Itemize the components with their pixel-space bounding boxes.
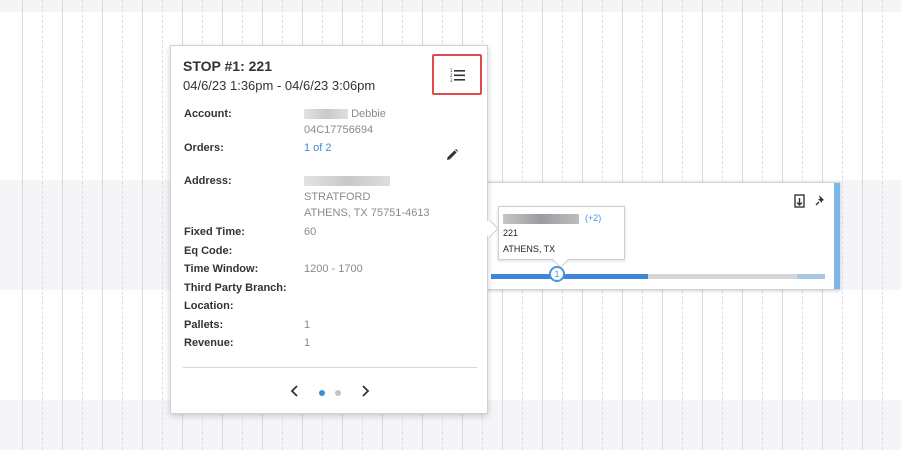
account-label: Account: — [184, 108, 232, 120]
route-card-accent — [834, 183, 840, 289]
stop-details-popover: STOP #1: 221 04/6/23 1:36pm - 04/6/23 3:… — [170, 45, 499, 414]
redacted-account-name — [304, 109, 348, 120]
stop-tooltip: (+2) 221 ATHENS, TX — [498, 206, 625, 269]
fixed-time-label: Fixed Time: — [184, 226, 245, 238]
pager — [171, 382, 489, 402]
time-window-value: 1200 - 1700 — [304, 263, 363, 275]
stop-time-range: 04/6/23 1:36pm - 04/6/23 3:06pm — [183, 78, 376, 93]
route-progress-completed — [491, 274, 648, 279]
eq-code-label: Eq Code: — [184, 245, 233, 257]
stop-marker[interactable]: 1 — [549, 266, 565, 282]
account-name: Debbie — [351, 108, 386, 120]
pencil-icon[interactable] — [445, 148, 459, 162]
numbered-list-icon: 123 — [450, 68, 466, 87]
address-line-state: ATHENS, TX 75751-4613 — [304, 207, 430, 219]
account-value: Debbie 04C17756694 — [304, 106, 386, 138]
chevron-right-icon[interactable] — [358, 384, 372, 398]
route-progress-end — [797, 274, 825, 279]
pager-dot-1[interactable] — [319, 390, 325, 396]
address-value: STRATFORD ATHENS, TX 75751-4613 — [304, 173, 430, 221]
export-icon[interactable] — [793, 193, 807, 209]
revenue-label: Revenue: — [184, 337, 234, 349]
orders-label: Orders: — [184, 142, 224, 154]
svg-text:3: 3 — [450, 78, 453, 82]
revenue-value: 1 — [304, 337, 311, 349]
stop-title: STOP #1: 221 — [183, 58, 272, 74]
tooltip-stop-name: 221 — [503, 228, 519, 238]
pallets-label: Pallets: — [184, 319, 224, 331]
redacted-street — [304, 176, 390, 187]
pin-icon[interactable] — [814, 193, 828, 209]
pallets-value: 1 — [304, 319, 311, 331]
pager-dot-2[interactable] — [335, 390, 341, 396]
address-line-city: STRATFORD — [304, 191, 371, 203]
route-timeline — [491, 274, 825, 279]
redacted-name — [503, 214, 579, 224]
stop-list-button[interactable]: 123 — [432, 54, 482, 95]
orders-link[interactable]: 1 of 2 — [304, 140, 332, 156]
fixed-time-value: 60 — [304, 226, 317, 238]
account-number: 04C17756694 — [304, 124, 374, 136]
tooltip-more-count[interactable]: (+2) — [585, 213, 601, 223]
address-label: Address: — [184, 175, 232, 187]
third-party-branch-label: Third Party Branch: — [184, 282, 287, 294]
chevron-left-icon[interactable] — [288, 384, 302, 398]
time-window-label: Time Window: — [184, 263, 259, 275]
divider — [183, 367, 477, 368]
tooltip-city: ATHENS, TX — [503, 244, 556, 254]
location-label: Location: — [184, 300, 234, 312]
